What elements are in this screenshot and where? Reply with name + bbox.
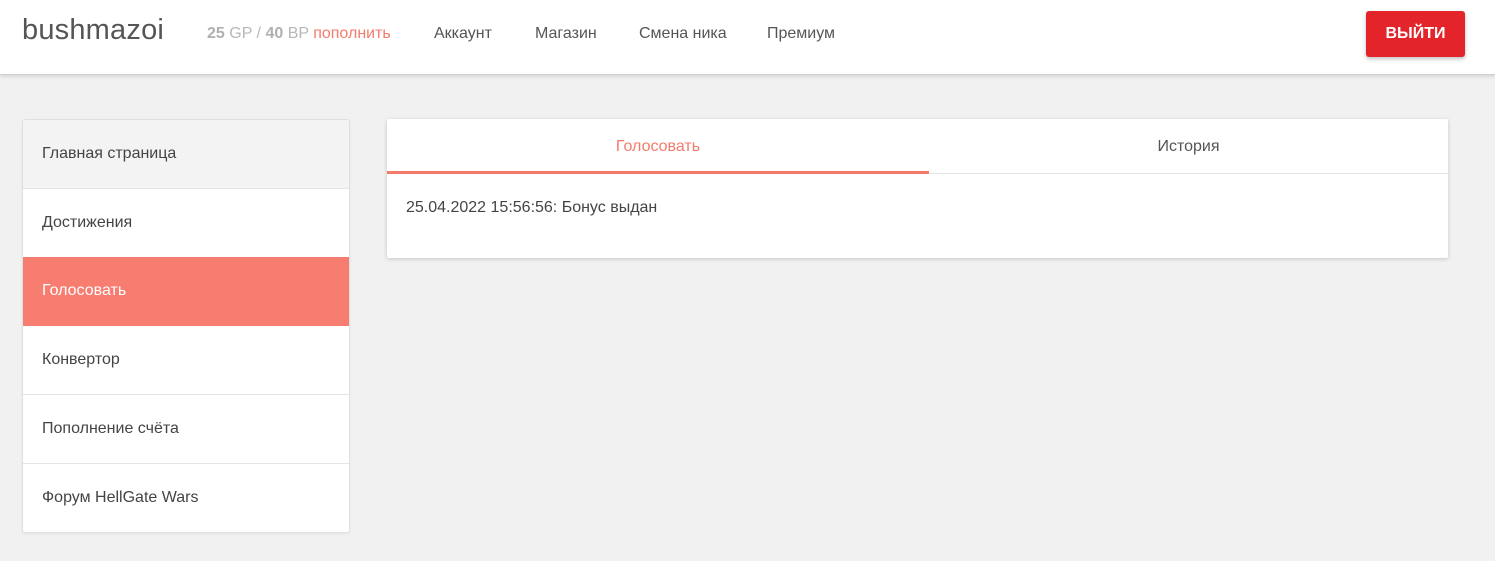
sidebar-item-topup[interactable]: Пополнение счёта	[23, 395, 349, 464]
sidebar-item-vote[interactable]: Голосовать	[23, 257, 349, 326]
bp-unit: BP	[287, 25, 309, 42]
sidebar-menu: Главная страница Достижения Голосовать К…	[22, 119, 350, 533]
nav-link-premium[interactable]: Премиум	[767, 25, 835, 43]
active-tab-indicator	[387, 171, 929, 174]
vote-log-entry: 25.04.2022 15:56:56: Бонус выдан	[406, 199, 658, 216]
username-title: bushmazoi	[22, 14, 165, 46]
top-navbar: bushmazoi 25 GP / 40 BP пополнить Аккаун…	[0, 0, 1495, 75]
topup-link[interactable]: пополнить	[313, 25, 391, 42]
sidebar-item-forum[interactable]: Форум HellGate Wars	[23, 464, 349, 532]
gp-amount: 25	[207, 25, 225, 42]
balance-display: 25 GP / 40 BP пополнить	[207, 25, 391, 43]
nav-link-account[interactable]: Аккаунт	[434, 25, 492, 43]
nav-link-nick-change[interactable]: Смена ника	[639, 25, 727, 43]
balance-separator: /	[256, 25, 261, 42]
gp-unit: GP	[229, 25, 253, 42]
tab-history[interactable]: История	[929, 119, 1448, 174]
sidebar-item-converter[interactable]: Конвертор	[23, 326, 349, 395]
nav-link-shop[interactable]: Магазин	[535, 25, 597, 43]
sidebar-item-home[interactable]: Главная страница	[23, 120, 349, 189]
logout-button[interactable]: ВЫЙТИ	[1366, 11, 1465, 57]
panel-tabs: Голосовать История	[387, 119, 1448, 174]
vote-panel: Голосовать История 25.04.2022 15:56:56: …	[387, 119, 1448, 258]
tab-vote[interactable]: Голосовать	[387, 119, 929, 174]
bp-amount: 40	[265, 25, 284, 42]
sidebar-item-achievements[interactable]: Достижения	[23, 189, 349, 258]
